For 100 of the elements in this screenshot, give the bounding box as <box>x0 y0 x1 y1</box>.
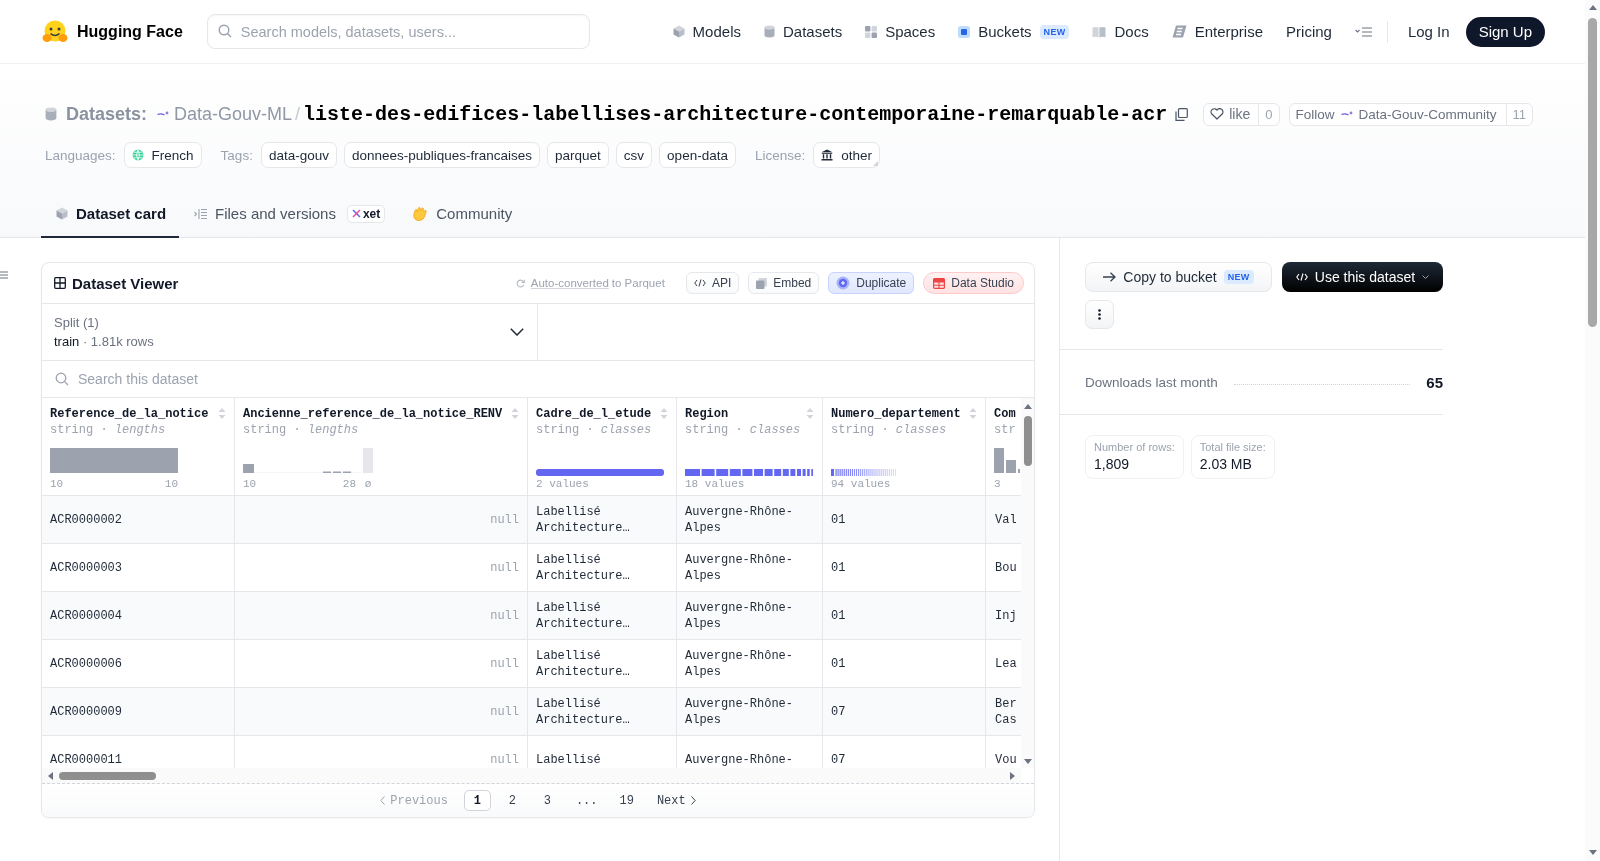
caret-down-icon <box>1422 275 1430 279</box>
column-header[interactable]: Com str 3 <box>986 398 1021 495</box>
login-link[interactable]: Log In <box>1407 23 1450 40</box>
use-dataset-button[interactable]: Use this dataset <box>1282 262 1443 292</box>
refresh-icon <box>515 278 525 288</box>
table-cell: ACR0000004 <box>42 592 235 639</box>
next-button[interactable]: Next <box>648 793 704 808</box>
more-button[interactable] <box>1085 300 1114 329</box>
repo-type-label: Datasets: <box>66 103 148 125</box>
nav-link[interactable]: Spaces <box>865 23 936 40</box>
site-search-field[interactable]: Search models, datasets, users... <box>206 14 590 49</box>
bank-icon <box>821 149 834 161</box>
table-cell: ACR0000002 <box>42 496 235 543</box>
scroll-down-icon[interactable] <box>1023 759 1032 764</box>
signup-button[interactable]: Sign Up <box>1465 16 1545 47</box>
menu-icon[interactable] <box>0 271 8 279</box>
table-cell-text: Val <box>994 511 1018 529</box>
nav-link[interactable]: Buckets NEW <box>958 23 1070 40</box>
page-button[interactable]: 3 <box>533 790 561 811</box>
follower-count: 11 <box>1505 103 1533 125</box>
meta-label: Languages: <box>45 147 116 163</box>
page-button[interactable]: 1 <box>463 790 491 811</box>
range-min-label: 3 <box>994 477 1001 491</box>
nav-link[interactable]: Enterprise <box>1171 23 1264 40</box>
dataset-title: liste-des-edifices-labellises-architecture-contemporaine-remarquable-acr <box>303 102 1168 126</box>
meta-label: Tags: <box>220 147 253 163</box>
downloads-label: Downloads last month <box>1085 374 1218 390</box>
table-cell: Auvergne-Rhône-Alpes <box>677 496 823 543</box>
nav-link[interactable]: Pricing <box>1286 23 1332 40</box>
table-icon <box>933 277 946 289</box>
column-name: Reference_de_la_notice <box>50 406 209 421</box>
scroll-right-icon[interactable] <box>1010 771 1015 780</box>
nav-link[interactable]: Docs <box>1092 23 1149 40</box>
page-button[interactable]: 19 <box>612 790 641 811</box>
org-logo-icon <box>157 111 170 117</box>
duplicate-button[interactable]: Duplicate <box>828 272 915 294</box>
copy-icon <box>756 277 768 289</box>
stat-value: 2.03 MB <box>1199 456 1253 472</box>
embed-button[interactable]: Embed <box>748 272 820 294</box>
square-icon <box>958 25 971 38</box>
table-cell: Labellisé Architecture… <box>528 544 677 591</box>
copy-to-bucket-button[interactable]: Copy to bucket NEW <box>1085 262 1272 292</box>
globe-icon <box>131 149 144 161</box>
scrollbar-thumb[interactable] <box>1588 18 1597 327</box>
stat-value: 1,809 <box>1094 456 1131 472</box>
stat-label: Total file size: <box>1199 441 1266 453</box>
like-count: 0 <box>1258 103 1279 125</box>
tag-chip[interactable]: parquet <box>547 142 609 168</box>
scroll-down-icon[interactable] <box>1588 850 1597 855</box>
follow-button[interactable]: Follow Data-Gouv-Community 11 <box>1288 102 1534 126</box>
table-icon <box>54 277 66 289</box>
code-icon <box>693 279 706 287</box>
table-cell: ACR0000009 <box>42 688 235 735</box>
column-header[interactable]: Region string · classes 18 values <box>677 398 823 495</box>
column-header[interactable]: Ancienne_reference_de_la_notice_RENV string · lengths 10 28 ø <box>235 398 528 495</box>
column-type: string · classes <box>536 422 652 438</box>
table-cell: Auvergne-Rhône-Alpes <box>677 544 823 591</box>
length-histogram <box>994 448 1020 473</box>
page-button[interactable]: 2 <box>498 790 526 811</box>
new-badge: NEW <box>1223 270 1254 284</box>
nav-link[interactable]: Datasets <box>763 23 843 40</box>
column-header[interactable]: Cadre_de_l_etude string · classes 2 values <box>528 398 677 495</box>
logo-icon <box>42 19 68 44</box>
table-cell: null <box>235 496 528 543</box>
cube-icon <box>672 25 685 38</box>
like-button[interactable]: like 0 <box>1203 102 1280 126</box>
viewer-title: Dataset Viewer <box>72 274 179 292</box>
copy-button[interactable] <box>1175 107 1189 121</box>
tab[interactable]: Files and versions xet <box>179 191 399 238</box>
tag-chip[interactable]: open-data <box>659 142 736 168</box>
table-cell: Labellisé Architecture… <box>528 640 677 687</box>
column-name: Ancienne_reference_de_la_notice_RENV <box>243 406 503 421</box>
scroll-left-icon[interactable] <box>48 771 53 780</box>
nav-link[interactable]: Models <box>672 23 741 40</box>
scroll-up-icon[interactable] <box>1023 404 1032 409</box>
tab[interactable]: Dataset card <box>41 191 180 238</box>
brand-link[interactable]: Hugging Face <box>42 19 183 44</box>
scrollbar-thumb[interactable] <box>59 771 156 780</box>
tag-chip[interactable]: donnees-publiques-francaises <box>343 142 541 168</box>
column-header[interactable]: Reference_de_la_notice string · lengths 10 10 <box>42 398 235 495</box>
column-type: string · classes <box>831 422 947 438</box>
column-type: str <box>994 422 1016 438</box>
scroll-up-icon[interactable] <box>1588 5 1597 10</box>
table-cell: ACR0000006 <box>42 640 235 687</box>
scrollbar-thumb[interactable] <box>1023 416 1032 466</box>
tag-chip[interactable]: csv <box>615 142 653 168</box>
column-type: string · lengths <box>50 422 166 438</box>
language-chip[interactable]: French <box>123 142 202 168</box>
api-button[interactable]: API <box>685 272 740 294</box>
code-icon <box>1295 273 1308 281</box>
tag-chip[interactable]: data-gouv <box>260 142 337 168</box>
tab[interactable]: Community <box>398 191 526 238</box>
license-chip[interactable]: other <box>813 142 880 168</box>
null-label: ø <box>363 477 373 491</box>
column-header[interactable]: Numero_departement string · classes 94 values <box>823 398 986 495</box>
data-studio-button[interactable]: Data Studio <box>923 272 1024 294</box>
column-name: Cadre_de_l_etude <box>536 406 652 421</box>
page-button[interactable]: ... <box>568 790 605 811</box>
range-max-label: 10 <box>164 477 178 491</box>
more-menu-button[interactable] <box>1354 26 1373 37</box>
